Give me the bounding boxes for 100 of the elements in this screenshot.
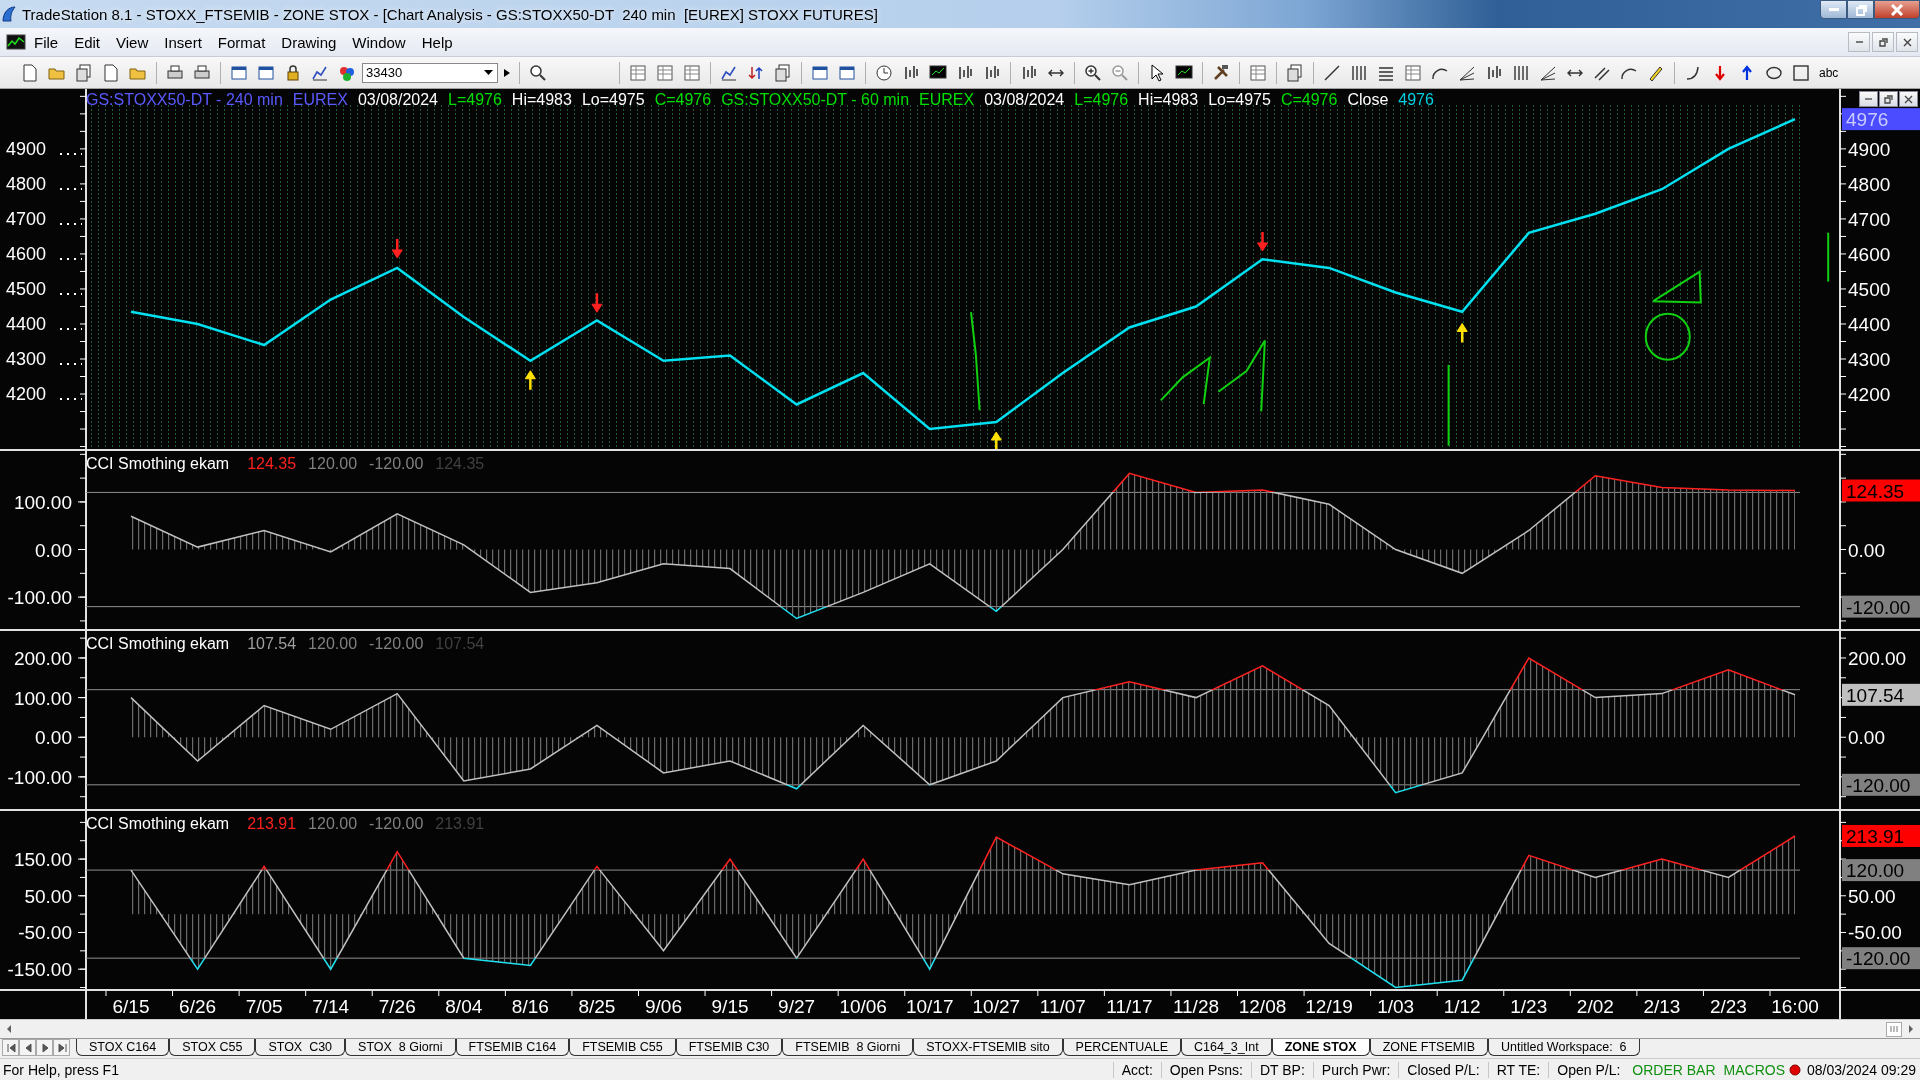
axis-label: 4800 bbox=[6, 173, 47, 194]
axis-label: 7/26 bbox=[378, 996, 416, 1017]
value-badge: 4976 bbox=[1842, 108, 1920, 131]
legend-value: 213.91 bbox=[435, 815, 485, 833]
workspace-tab[interactable]: ZONE FTSEMIB bbox=[1369, 1039, 1488, 1056]
mdi-close-button[interactable] bbox=[1896, 32, 1918, 52]
status-indicator[interactable]: ORDER BAR bbox=[1628, 1061, 1720, 1078]
text-tool-button[interactable]: abc bbox=[1816, 60, 1842, 85]
workspace-tab[interactable]: Untitled Workspace: 6 bbox=[1488, 1039, 1640, 1056]
last-tab-button[interactable] bbox=[53, 1039, 70, 1056]
workspace-tab[interactable]: STOX 8 Giorni bbox=[345, 1039, 456, 1056]
grip-icon bbox=[1889, 1024, 1899, 1034]
axis-label: 8/16 bbox=[511, 996, 549, 1017]
ref-line-label: -120.00 bbox=[1846, 948, 1911, 970]
indicator-name: CCI Smothing ekam bbox=[86, 455, 230, 473]
axis-label: 150.00 bbox=[13, 849, 72, 871]
axis-label: 2/02 bbox=[1576, 996, 1614, 1017]
chart-minimize-button[interactable] bbox=[1859, 91, 1878, 107]
previous-tab-button[interactable] bbox=[19, 1039, 36, 1056]
legend-value: Lo=4975 bbox=[581, 91, 645, 109]
indicator-name: CCI Smothing ekam bbox=[86, 635, 230, 653]
axis-label: 6/26 bbox=[179, 996, 217, 1017]
status-indicator[interactable]: MACROS bbox=[1719, 1061, 1789, 1078]
workspace-tab[interactable]: STOX C164 bbox=[76, 1039, 170, 1056]
scroll-thumb[interactable] bbox=[1886, 1021, 1902, 1037]
axis-label: 1/03 bbox=[1377, 996, 1415, 1017]
legend-value: 107.54 bbox=[435, 635, 485, 653]
menu-item[interactable]: Insert bbox=[156, 30, 210, 54]
legend-value: L=4976 bbox=[1074, 91, 1129, 109]
maximize-button[interactable] bbox=[1847, 0, 1874, 19]
app-logo-icon bbox=[0, 5, 18, 23]
axis-label: 4600 bbox=[1848, 243, 1891, 265]
axis-label: 2/13 bbox=[1643, 996, 1681, 1017]
workspace-tab[interactable]: FTSEMIB 8 Giorni bbox=[782, 1039, 914, 1056]
legend-value: EUREX bbox=[919, 91, 975, 109]
workspace-tab[interactable]: STOXX-FTSEMIB sito bbox=[913, 1039, 1063, 1056]
ref-line-label: -120.00 bbox=[1846, 774, 1911, 796]
status-field: Closed P/L: bbox=[1398, 1061, 1488, 1078]
status-field: Acct: bbox=[1112, 1061, 1161, 1078]
workspace-tab[interactable]: STOX C55 bbox=[169, 1039, 256, 1056]
legend-value: 120.00 bbox=[308, 635, 358, 653]
axis-label: 4800 bbox=[1848, 173, 1891, 195]
axis-label: 11/17 bbox=[1106, 996, 1153, 1017]
chart-close-button[interactable] bbox=[1899, 91, 1918, 107]
chart-restore-button[interactable] bbox=[1879, 91, 1898, 107]
workspace-tab[interactable]: FTSEMIB C30 bbox=[675, 1039, 783, 1056]
menu-item[interactable]: File bbox=[26, 30, 67, 54]
axis-label: 50.00 bbox=[24, 885, 72, 907]
menu-item[interactable]: Drawing bbox=[273, 30, 345, 54]
workspace-tab[interactable]: FTSEMIB C55 bbox=[569, 1039, 676, 1056]
workspace-tab[interactable]: ZONE STOX bbox=[1271, 1039, 1370, 1056]
axis-label: 12/08 bbox=[1238, 996, 1287, 1017]
point bbox=[1456, 322, 1468, 332]
axis-label: 2/23 bbox=[1709, 996, 1747, 1017]
axis-label: 4700 bbox=[6, 208, 47, 229]
legend-value: Lo=4975 bbox=[1208, 91, 1271, 109]
legend-value: 124.35 bbox=[247, 455, 297, 473]
legend-value: -120.00 bbox=[369, 815, 424, 833]
menu-item[interactable]: View bbox=[108, 30, 157, 54]
status-field: Open P/L: bbox=[1548, 1061, 1629, 1078]
point bbox=[990, 431, 1002, 441]
left-arrow-icon bbox=[5, 1024, 13, 1034]
axis-label: 10/17 bbox=[905, 996, 954, 1017]
minimize-button[interactable] bbox=[1820, 0, 1847, 19]
value-badge: -120.00 bbox=[1842, 947, 1920, 970]
workspace-tab[interactable]: C164_3_Int bbox=[1181, 1039, 1272, 1056]
workspace-tab[interactable]: FTSEMIB C164 bbox=[455, 1039, 570, 1056]
legend-value: 03/08/2024 bbox=[984, 91, 1065, 109]
value-badge: -120.00 bbox=[1842, 773, 1920, 796]
menu-item[interactable]: Help bbox=[413, 30, 461, 54]
axis-label: 0.00 bbox=[35, 539, 72, 561]
symbol-combo-box[interactable]: 33430 bbox=[362, 62, 498, 83]
mdi-minimize-button[interactable] bbox=[1848, 32, 1870, 52]
axis-label: 4700 bbox=[1848, 208, 1891, 230]
workspace-tab[interactable]: STOX C30 bbox=[255, 1039, 346, 1056]
menu-item[interactable]: Format bbox=[209, 30, 274, 54]
menu-item[interactable]: Edit bbox=[66, 30, 109, 54]
axis-label: 4400 bbox=[1848, 314, 1891, 335]
menu-item[interactable]: Window bbox=[344, 30, 414, 54]
axis-label: 0.00 bbox=[35, 727, 72, 749]
first-tab-button[interactable] bbox=[2, 1039, 19, 1056]
axis-label: 100.00 bbox=[13, 687, 72, 709]
axis-label: -150.00 bbox=[7, 959, 72, 981]
axis-label: 4300 bbox=[1848, 349, 1891, 370]
legend-value: C=4976 bbox=[654, 91, 712, 109]
axis-label: 50.00 bbox=[1848, 885, 1896, 907]
legend-value: 120.00 bbox=[308, 455, 358, 473]
axis-label: 4500 bbox=[1848, 278, 1891, 300]
close-icon bbox=[1890, 3, 1904, 16]
workspace-tab[interactable]: PERCENTUALE bbox=[1062, 1039, 1181, 1056]
close-button[interactable] bbox=[1874, 0, 1920, 19]
axis-label: 4900 bbox=[1848, 138, 1891, 160]
next-tab-button[interactable] bbox=[36, 1039, 53, 1056]
legend-value: 107.54 bbox=[247, 635, 297, 653]
legend-value: Close bbox=[1347, 91, 1389, 109]
legend-value: -120.00 bbox=[369, 635, 424, 653]
axis-label: 9/15 bbox=[711, 996, 749, 1017]
minimize-icon bbox=[1855, 41, 1863, 43]
axis-label: 11/07 bbox=[1039, 996, 1086, 1017]
mdi-restore-button[interactable] bbox=[1872, 32, 1894, 52]
